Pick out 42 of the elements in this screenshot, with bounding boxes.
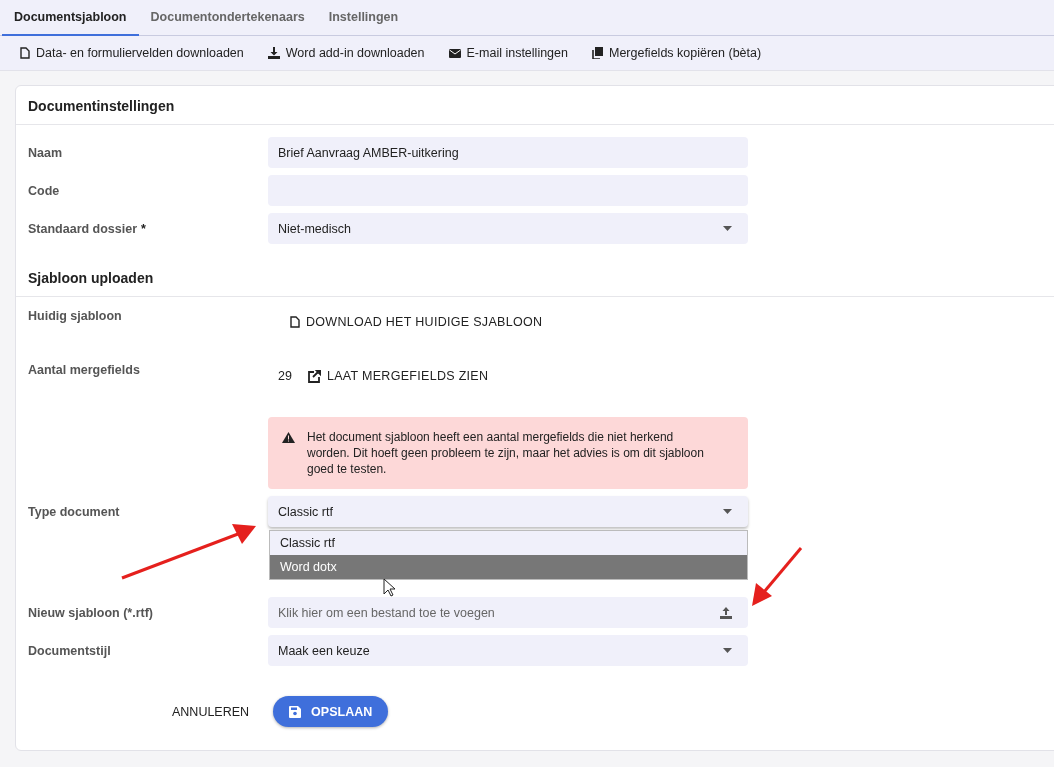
tab[interactable]: Instellingen	[316, 0, 411, 36]
field-label: Nieuw sjabloon (*.rtf)	[28, 605, 153, 620]
save-button[interactable]: OPSLAAN	[273, 696, 389, 727]
toolbar-button[interactable]: Word add-in downloaden	[267, 46, 425, 60]
document-icon	[20, 47, 30, 59]
envelope-icon	[448, 48, 461, 58]
external-link-icon	[307, 369, 321, 383]
upload-icon	[720, 606, 732, 619]
caret-icon	[723, 648, 732, 653]
warning-icon	[282, 432, 295, 443]
file-upload-field[interactable]: Klik hier om een bestand toe te voegen	[268, 597, 748, 628]
copy-icon	[591, 47, 603, 59]
tab[interactable]: Documentondertekenaars	[138, 0, 317, 36]
field-label: Documentstijl	[28, 643, 111, 658]
field-label: Huidig sjabloon	[28, 309, 122, 323]
field-label: Aantal mergefields	[28, 363, 140, 377]
select-field[interactable]: Niet-medisch	[268, 213, 748, 244]
text-field[interactable]: Brief Aanvraag AMBER-uitkering	[268, 137, 748, 168]
select-field[interactable]: Maak een keuze	[268, 635, 748, 666]
mergefield-count: 29	[278, 369, 292, 383]
document-icon	[290, 316, 300, 328]
dropdown-option[interactable]: Classic rtf	[270, 531, 747, 555]
field-label: Code	[28, 183, 60, 198]
select-field[interactable]: Classic rtf	[268, 496, 748, 527]
section-title: Documentinstellingen	[27, 98, 176, 116]
required-mark: *	[141, 221, 146, 236]
download-link[interactable]: DOWNLOAD HET HUIDIGE SJABLOON	[278, 315, 543, 329]
caret-icon	[723, 509, 732, 514]
toolbar-button[interactable]: Data- en formuliervelden downloaden	[20, 46, 244, 60]
section-title: Sjabloon uploaden	[27, 270, 155, 288]
field-label: Type document	[28, 504, 120, 519]
dropdown-option[interactable]: Word dotx	[270, 555, 747, 579]
mouse-cursor-icon	[383, 578, 395, 597]
toolbar-button[interactable]: E-mail instellingen	[448, 46, 568, 60]
show-mergefields-link[interactable]: LAAT MERGEFIELDS ZIEN	[307, 369, 489, 383]
warning-text: Het document sjabloon heeft een aantal mergefields die niet herkend worden. Dit hoeft geen probleem te zijn, maar het advies is om dit sjabloon goed te testen.	[307, 429, 705, 477]
caret-icon	[723, 226, 732, 231]
cancel-button[interactable]: ANNULEREN	[172, 704, 250, 719]
download-icon	[267, 47, 280, 59]
field-label: Naam	[28, 145, 63, 160]
toolbar-button[interactable]: Mergefields kopiëren (bèta)	[591, 46, 762, 60]
field-label: Standaard dossier	[28, 221, 138, 236]
